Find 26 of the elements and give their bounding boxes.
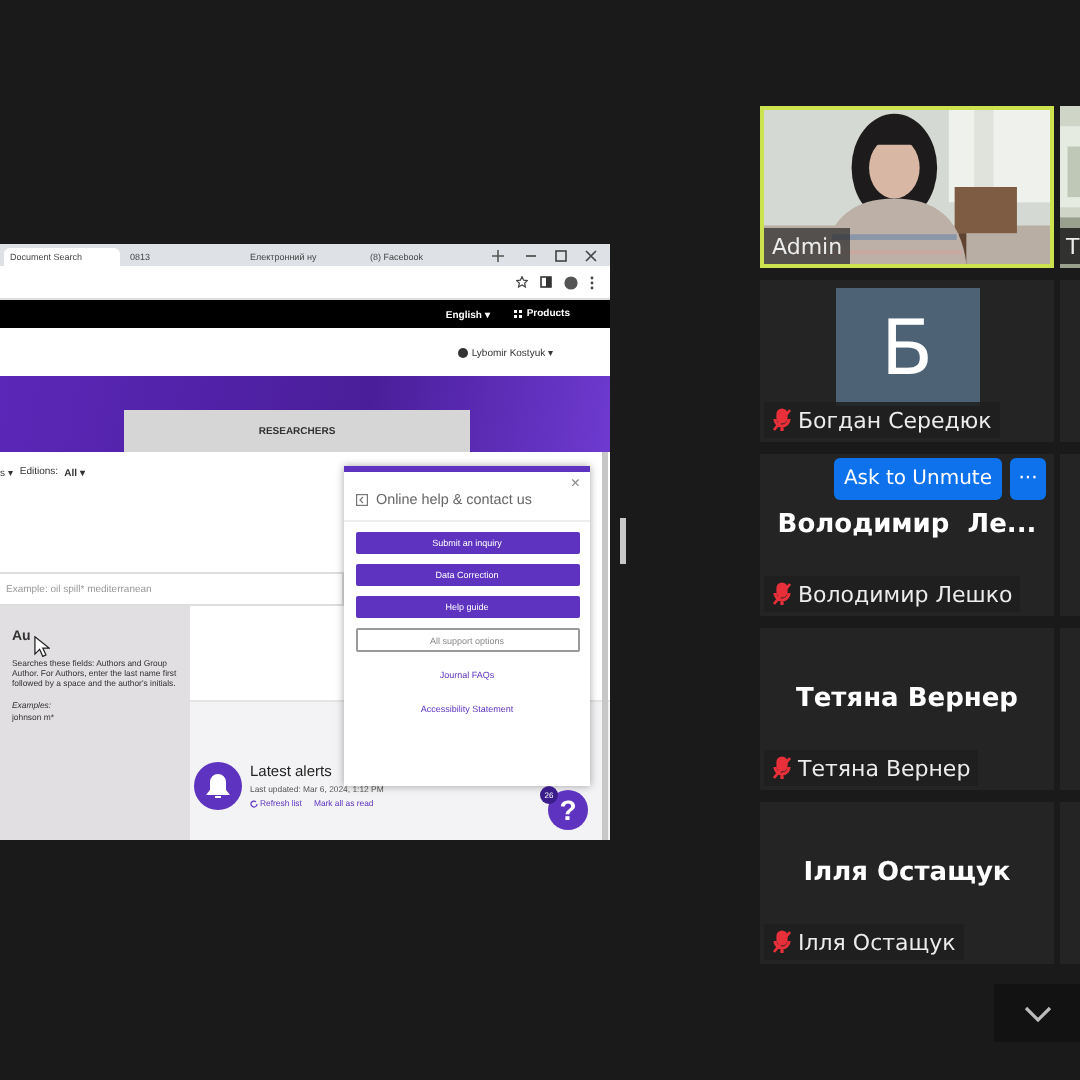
profile-icon[interactable] — [564, 275, 578, 289]
scroll-down-button[interactable] — [994, 984, 1080, 1042]
participant-display-name: Володимир Ле... — [777, 510, 1037, 540]
chevron-down-icon — [1023, 1005, 1051, 1021]
sidebar-icon[interactable] — [540, 276, 552, 288]
user-icon — [457, 347, 468, 357]
participant-name: Богдан Середюк — [798, 407, 992, 433]
ask-to-unmute-button[interactable]: Ask to Unmute — [833, 458, 1002, 500]
participant-name: Ілля Остащук — [798, 929, 956, 955]
back-icon[interactable] — [356, 493, 368, 505]
more-options-button[interactable]: ··· — [1010, 458, 1046, 500]
avatar-initial: Б — [835, 288, 979, 406]
participant-display-name: Тетяна Вернер — [796, 684, 1018, 714]
participant-name: Admin — [772, 233, 843, 259]
participant-name: Т — [1060, 228, 1080, 264]
refresh-icon — [250, 799, 258, 807]
star-icon[interactable] — [516, 276, 528, 288]
splitter-handle[interactable] — [620, 518, 626, 564]
grid-icon — [514, 310, 523, 318]
participant-name: Володимир Лешко — [798, 581, 1013, 607]
participant-display-name: Ілля Остащук — [803, 858, 1011, 888]
participant-name: Тетяна Вернер — [798, 755, 971, 781]
window-controls-icon[interactable] — [522, 248, 602, 264]
cursor-icon — [34, 636, 50, 658]
new-tab-icon[interactable] — [492, 250, 504, 262]
close-button[interactable]: × — [570, 474, 580, 492]
